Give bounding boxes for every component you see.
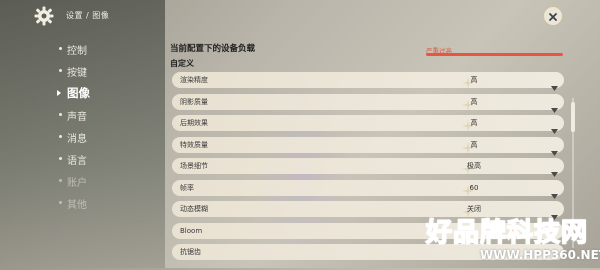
setting-label: 抗锯齿 (180, 248, 201, 256)
setting-label: 后期效果 (180, 119, 208, 127)
setting-value: 60 (469, 183, 479, 192)
sidebar-item-label: 按键 (67, 67, 87, 79)
device-load-bar (426, 53, 563, 56)
setting-row-render-resolution[interactable]: 渲染精度 高 (172, 72, 564, 91)
sidebar-item-other[interactable]: 其他 (0, 192, 130, 214)
setting-label: Bloom (180, 226, 203, 235)
settings-sidebar: 控制 按键 图像 声音 消息 语言 账户 其他 (0, 38, 130, 214)
watermark: 好品牌科技网 WWW.HPP360.NET (420, 210, 600, 268)
sidebar-item-audio[interactable]: 声音 (0, 104, 130, 126)
setting-label: 帧率 (180, 183, 194, 192)
setting-label: 渲染精度 (180, 76, 208, 84)
setting-label: 场景细节 (180, 162, 208, 170)
bullet-icon (59, 113, 62, 116)
watermark-title: 好品牌科技网 (425, 217, 589, 249)
active-arrow-icon (57, 90, 61, 96)
sidebar-item-label: 账户 (67, 177, 87, 189)
setting-label: 动态模糊 (180, 205, 208, 213)
sidebar-item-controls[interactable]: 控制 (0, 38, 130, 60)
device-load-bar-fill (426, 53, 563, 56)
setting-row-scene-detail[interactable]: 场景细节 极高 (172, 158, 564, 177)
gear-icon (34, 6, 54, 26)
bullet-icon (59, 135, 62, 138)
setting-value: 高 (470, 140, 478, 149)
preset-label: 自定义 (170, 59, 194, 68)
sidebar-item-label: 声音 (67, 111, 87, 123)
setting-row-frame-rate[interactable]: 帧率 60 (172, 179, 564, 199)
bullet-icon (59, 47, 62, 50)
setting-row-shadow-quality[interactable]: 阴影质量 高 (172, 93, 564, 113)
bullet-icon (59, 69, 62, 72)
setting-value: 高 (470, 97, 478, 106)
bullet-icon (59, 157, 62, 160)
sidebar-item-language[interactable]: 语言 (0, 148, 130, 170)
setting-value: 高 (470, 119, 478, 127)
bullet-icon (59, 201, 62, 204)
sidebar-item-label: 其他 (67, 199, 87, 211)
sidebar-item-label: 语言 (67, 155, 87, 167)
setting-value: 极高 (467, 162, 481, 170)
sidebar-item-label: 消息 (67, 133, 87, 145)
device-load-title: 当前配置下的设备负载 (170, 44, 256, 54)
setting-row-post-processing[interactable]: 后期效果 高 (172, 115, 564, 134)
setting-value: 高 (470, 76, 478, 84)
close-button[interactable] (543, 6, 563, 26)
setting-label: 阴影质量 (180, 97, 208, 106)
bullet-icon (59, 179, 62, 182)
close-icon (548, 7, 558, 26)
watermark-url: WWW.HPP360.NET (480, 248, 600, 262)
sidebar-item-account[interactable]: 账户 (0, 170, 130, 192)
sidebar-item-label: 图像 (67, 86, 90, 100)
sidebar-item-graphics[interactable]: 图像 (0, 82, 130, 104)
sidebar-item-keybinds[interactable]: 按键 (0, 60, 130, 82)
top-bar: 设置 / 图像 (0, 0, 600, 30)
setting-row-effects-quality[interactable]: 特效质量 高 (172, 136, 564, 156)
settings-scrollbar-thumb[interactable] (571, 102, 575, 132)
sidebar-item-label: 控制 (67, 45, 87, 57)
setting-label: 特效质量 (180, 140, 208, 149)
breadcrumb: 设置 / 图像 (66, 11, 110, 20)
sidebar-item-messages[interactable]: 消息 (0, 126, 130, 148)
